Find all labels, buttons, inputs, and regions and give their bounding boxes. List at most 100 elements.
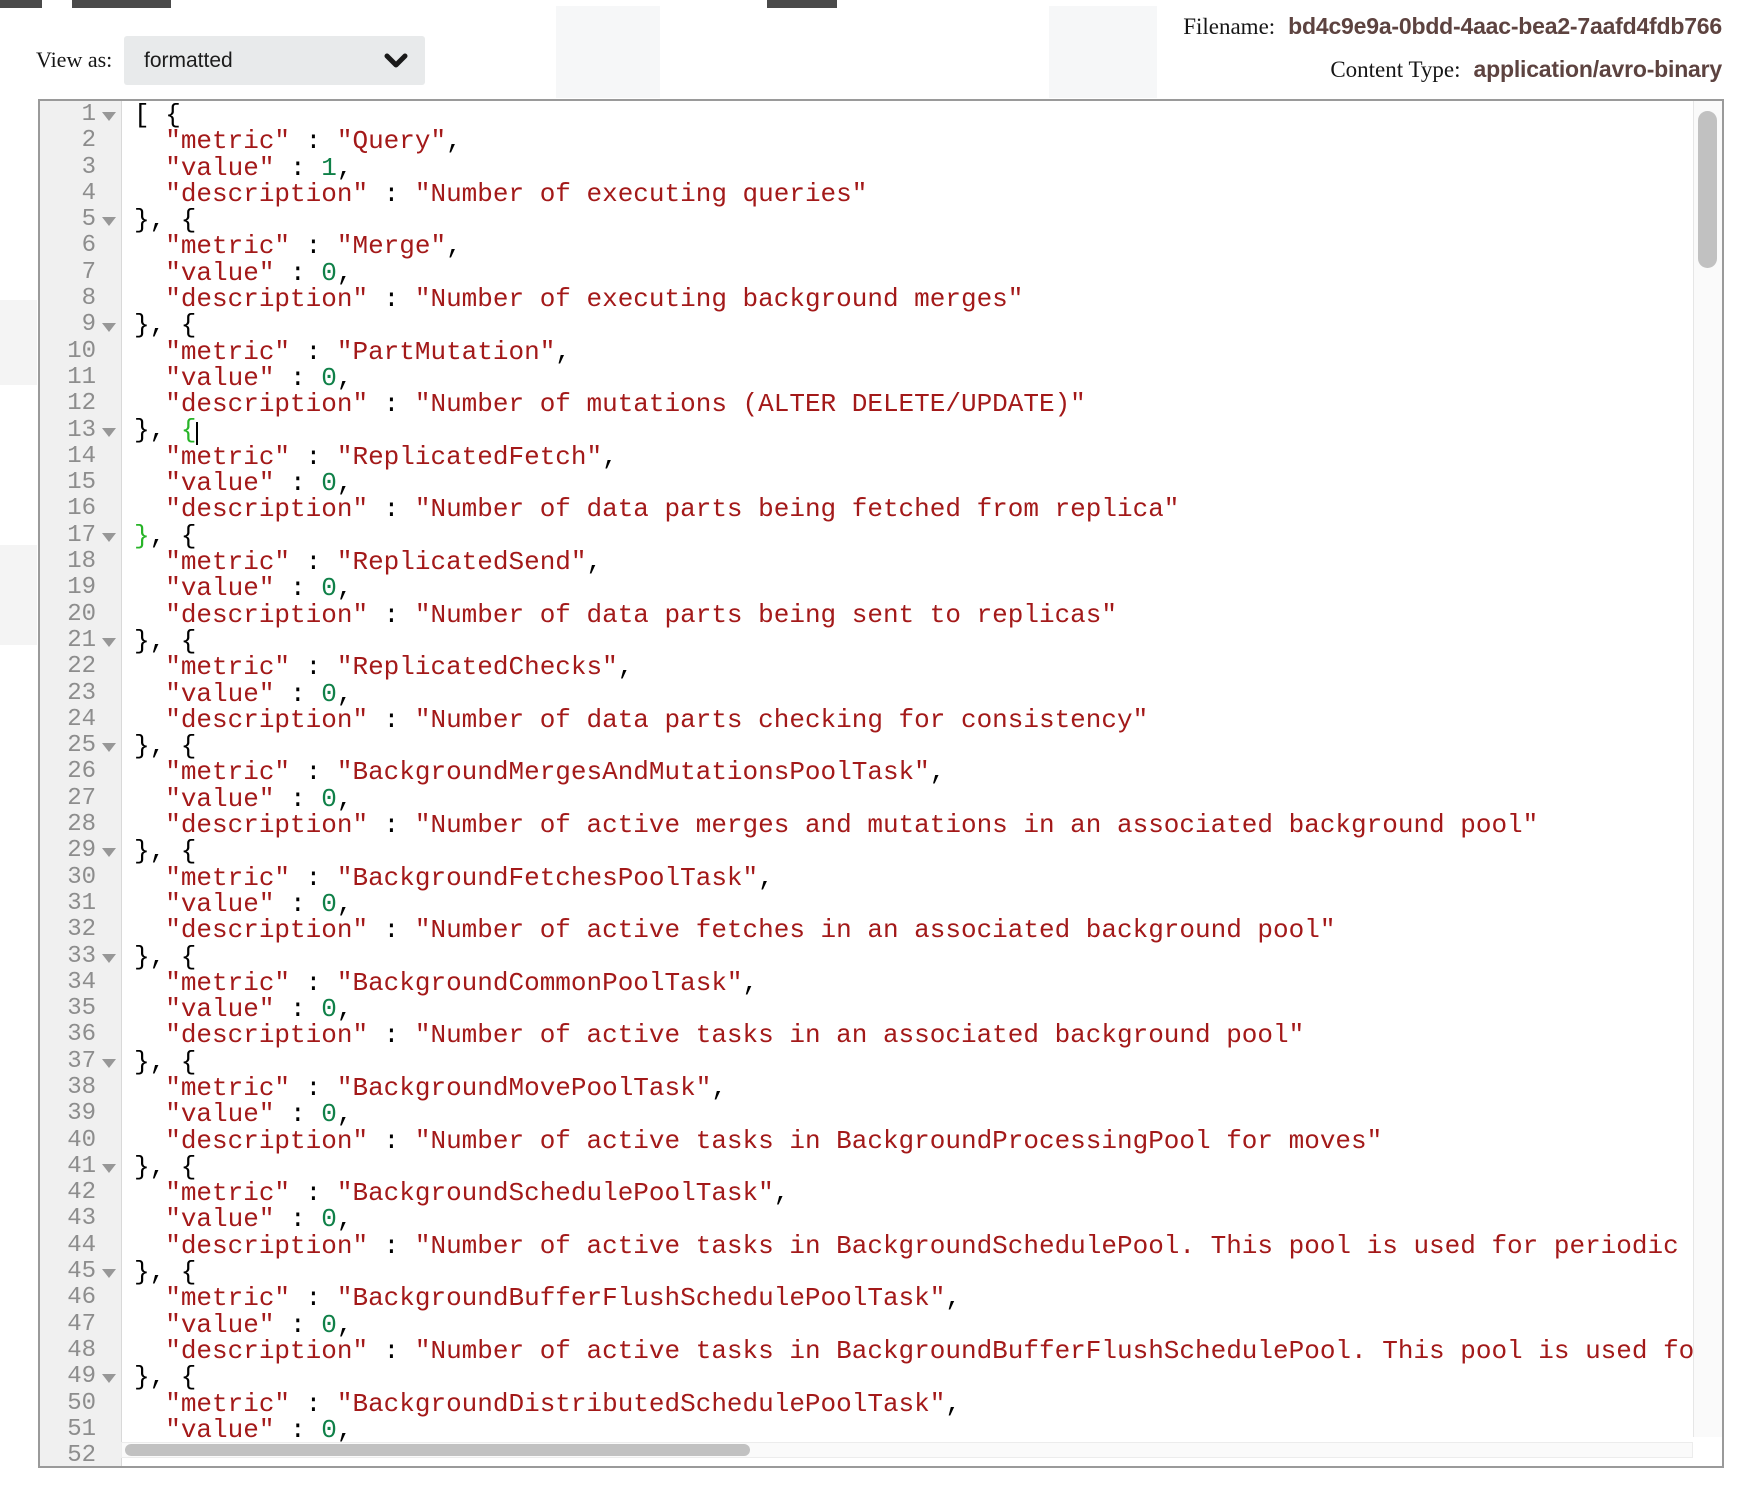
code-line[interactable]: 14 "metric" : "ReplicatedFetch", <box>40 444 1693 470</box>
code-token: "description" <box>165 391 368 417</box>
code-line[interactable]: 8 "description" : "Number of executing b… <box>40 286 1693 312</box>
code-line[interactable]: 9}, { <box>40 312 1693 338</box>
horizontal-scrollbar-thumb[interactable] <box>125 1444 750 1456</box>
code-line[interactable]: 15 "value" : 0, <box>40 470 1693 496</box>
code-line[interactable]: 17}, { <box>40 523 1693 549</box>
code-line[interactable]: 51 "value" : 0, <box>40 1417 1693 1443</box>
fold-arrow-icon[interactable] <box>102 1059 116 1068</box>
fold-arrow-icon[interactable] <box>102 533 116 542</box>
code-line[interactable]: 3 "value" : 1, <box>40 155 1693 181</box>
code-token: : <box>274 260 321 286</box>
fold-arrow-icon[interactable] <box>102 1164 116 1173</box>
code-line[interactable]: 46 "metric" : "BackgroundBufferFlushSche… <box>40 1285 1693 1311</box>
fold-arrow-icon[interactable] <box>102 1374 116 1383</box>
code-line[interactable]: 6 "metric" : "Merge", <box>40 233 1693 259</box>
code-line[interactable]: 50 "metric" : "BackgroundDistributedSche… <box>40 1391 1693 1417</box>
code-token <box>134 1206 165 1232</box>
code-token: , <box>337 1101 353 1127</box>
line-number: 46 <box>40 1285 96 1311</box>
code-line[interactable]: 4 "description" : "Number of executing q… <box>40 181 1693 207</box>
code-line[interactable]: 32 "description" : "Number of active fet… <box>40 917 1693 943</box>
code-line[interactable]: 34 "metric" : "BackgroundCommonPoolTask"… <box>40 970 1693 996</box>
vertical-scrollbar-thumb[interactable] <box>1698 111 1717 268</box>
line-number: 9 <box>40 312 96 338</box>
code-line[interactable]: 25}, { <box>40 733 1693 759</box>
code-line[interactable]: 38 "metric" : "BackgroundMovePoolTask", <box>40 1075 1693 1101</box>
code-line[interactable]: 5}, { <box>40 207 1693 233</box>
code-line[interactable]: 49}, { <box>40 1364 1693 1390</box>
fold-arrow-icon[interactable] <box>102 848 116 857</box>
code-line[interactable]: 24 "description" : "Number of data parts… <box>40 707 1693 733</box>
code-line[interactable]: 40 "description" : "Number of active tas… <box>40 1128 1693 1154</box>
code-text: "metric" : "BackgroundMergesAndMutations… <box>122 759 1693 785</box>
fold-arrow-icon[interactable] <box>102 428 116 437</box>
code-line[interactable]: 1[ { <box>40 102 1693 128</box>
fold-arrow-icon[interactable] <box>102 323 116 332</box>
line-number: 31 <box>40 891 96 917</box>
line-number: 47 <box>40 1312 96 1338</box>
editor-content[interactable]: 1[ {2 "metric" : "Query",3 "value" : 1,4… <box>40 101 1693 1467</box>
vertical-scrollbar[interactable] <box>1693 101 1722 1437</box>
code-line[interactable]: 35 "value" : 0, <box>40 996 1693 1022</box>
code-text: "value" : 0, <box>122 1206 1693 1232</box>
code-line[interactable]: 20 "description" : "Number of data parts… <box>40 602 1693 628</box>
code-line[interactable]: 48 "description" : "Number of active tas… <box>40 1338 1693 1364</box>
fold-arrow-icon[interactable] <box>102 1269 116 1278</box>
line-number: 18 <box>40 549 96 575</box>
code-line[interactable]: 22 "metric" : "ReplicatedChecks", <box>40 654 1693 680</box>
code-line[interactable]: 44 "description" : "Number of active tas… <box>40 1233 1693 1259</box>
line-number: 37 <box>40 1049 96 1075</box>
code-token: "Number of data parts checking for consi… <box>415 707 1148 733</box>
code-line[interactable]: 23 "value" : 0, <box>40 681 1693 707</box>
code-line[interactable]: 39 "value" : 0, <box>40 1101 1693 1127</box>
view-as-select[interactable]: formatted <box>124 36 425 85</box>
code-line[interactable]: 26 "metric" : "BackgroundMergesAndMutati… <box>40 759 1693 785</box>
line-number: 16 <box>40 496 96 522</box>
json-editor[interactable]: 1[ {2 "metric" : "Query",3 "value" : 1,4… <box>38 99 1724 1468</box>
code-token: "description" <box>165 1022 368 1048</box>
code-line[interactable]: 19 "value" : 0, <box>40 575 1693 601</box>
code-line[interactable]: 21}, { <box>40 628 1693 654</box>
code-line[interactable]: 2 "metric" : "Query", <box>40 128 1693 154</box>
gutter-cell: 17 <box>40 523 122 549</box>
horizontal-scrollbar[interactable] <box>121 1442 1693 1458</box>
code-line[interactable]: 27 "value" : 0, <box>40 786 1693 812</box>
code-line[interactable]: 37}, { <box>40 1049 1693 1075</box>
code-line[interactable]: 36 "description" : "Number of active tas… <box>40 1022 1693 1048</box>
code-text: "value" : 0, <box>122 786 1693 812</box>
code-line[interactable]: 7 "value" : 0, <box>40 260 1693 286</box>
code-line[interactable]: 33}, { <box>40 944 1693 970</box>
gutter-cell: 46 <box>40 1285 122 1311</box>
code-line[interactable]: 29}, { <box>40 838 1693 864</box>
code-line[interactable]: 31 "value" : 0, <box>40 891 1693 917</box>
code-line[interactable]: 10 "metric" : "PartMutation", <box>40 339 1693 365</box>
code-line[interactable]: 45}, { <box>40 1259 1693 1285</box>
code-line[interactable]: 47 "value" : 0, <box>40 1312 1693 1338</box>
code-line[interactable]: 41}, { <box>40 1154 1693 1180</box>
code-token: , <box>446 233 462 259</box>
code-line[interactable]: 42 "metric" : "BackgroundSchedulePoolTas… <box>40 1180 1693 1206</box>
fold-arrow-icon[interactable] <box>102 638 116 647</box>
filename-label: Filename: <box>1183 14 1275 40</box>
fold-arrow-icon[interactable] <box>102 743 116 752</box>
code-line[interactable]: 30 "metric" : "BackgroundFetchesPoolTask… <box>40 865 1693 891</box>
code-line[interactable]: 28 "description" : "Number of active mer… <box>40 812 1693 838</box>
code-line[interactable]: 11 "value" : 0, <box>40 365 1693 391</box>
code-line[interactable]: 16 "description" : "Number of data parts… <box>40 496 1693 522</box>
code-token <box>134 1180 165 1206</box>
code-token <box>134 786 165 812</box>
code-line[interactable]: 13}, { <box>40 418 1693 444</box>
fold-arrow-icon[interactable] <box>102 217 116 226</box>
fold-arrow-icon[interactable] <box>102 112 116 121</box>
fold-arrow-icon[interactable] <box>102 954 116 963</box>
code-line[interactable]: 43 "value" : 0, <box>40 1206 1693 1232</box>
code-token: : <box>368 1128 415 1154</box>
code-token: }, { <box>134 1259 196 1285</box>
code-text: [ { <box>122 102 1693 128</box>
code-token: , <box>337 1417 353 1443</box>
code-line[interactable]: 12 "description" : "Number of mutations … <box>40 391 1693 417</box>
gutter-cell: 40 <box>40 1128 122 1154</box>
code-line[interactable]: 18 "metric" : "ReplicatedSend", <box>40 549 1693 575</box>
code-token: "description" <box>165 1233 368 1259</box>
fold-zone <box>96 109 122 121</box>
